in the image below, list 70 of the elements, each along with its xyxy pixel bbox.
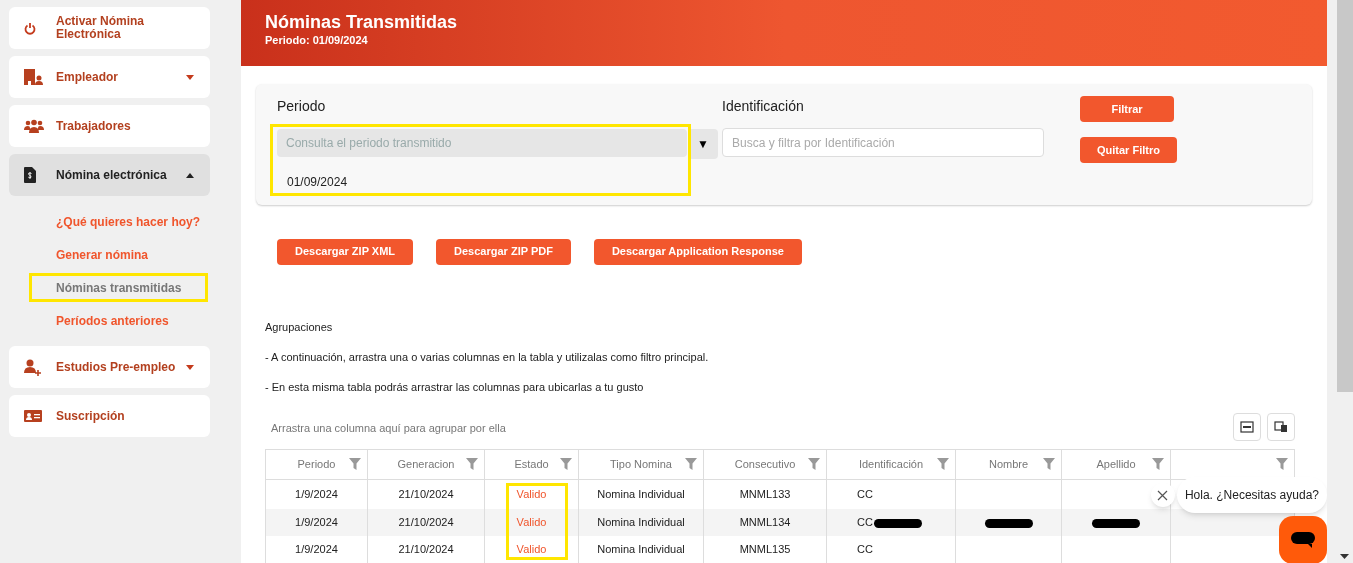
close-button[interactable]: [1150, 483, 1175, 507]
table-cell: Valido: [484, 509, 579, 536]
filter-icon[interactable]: [349, 457, 361, 470]
column-header[interactable]: Estado: [484, 449, 579, 479]
people-icon: [24, 119, 44, 133]
building-icon: [24, 69, 44, 85]
table-cell: CC: [826, 509, 956, 536]
submenu-item[interactable]: Nóminas transmitidas: [29, 273, 209, 302]
column-header[interactable]: Apellido: [1061, 449, 1171, 479]
filter-button[interactable]: Quitar Filtro: [1080, 137, 1177, 164]
column-header[interactable]: Tipo Nomina: [578, 449, 704, 479]
document-icon: [24, 167, 36, 183]
export-icon: [1240, 420, 1254, 433]
close-icon: [1157, 489, 1169, 501]
table-cell: MNML134: [703, 509, 827, 536]
filter-button[interactable]: Filtrar: [1080, 96, 1174, 123]
page-subtitle: Periodo: 01/09/2024: [265, 33, 369, 47]
id-card-icon: [24, 410, 42, 422]
filter-icon[interactable]: [937, 457, 949, 470]
column-header[interactable]: Identificación: [826, 449, 956, 479]
instruction-text: - En esta misma tabla podrás arrastrar las columnas para ubicarlas a tu gusto: [265, 379, 645, 395]
column-header[interactable]: Periodo: [265, 449, 368, 479]
power-icon: [24, 21, 36, 35]
field-label: Periodo: [277, 97, 327, 117]
chat-button[interactable]: [1279, 516, 1327, 563]
dropdown-option[interactable]: 01/09/2024: [277, 173, 358, 192]
search-field[interactable]: Busca y filtra por Identificación: [722, 128, 1044, 158]
sidebar-item[interactable]: Estudios Pre-empleo: [9, 346, 210, 388]
scrollbar-thumb[interactable]: [1337, 0, 1353, 392]
download-button[interactable]: Descargar Application Response: [593, 238, 802, 265]
sidebar-item[interactable]: Empleador: [9, 56, 210, 98]
column-header[interactable]: Generacion: [367, 449, 485, 479]
scroll-down-icon[interactable]: [1340, 554, 1349, 559]
chat-tooltip: Hola. ¿Necesitas ayuda?: [1176, 477, 1327, 513]
filter-icon[interactable]: [808, 457, 820, 470]
table-cell: CC: [826, 536, 956, 563]
person-add-icon: [24, 358, 42, 376]
submenu-item[interactable]: Generar nómina: [29, 240, 176, 269]
table-cell: Nomina Individual: [578, 536, 704, 563]
submenu-item[interactable]: Períodos anteriores: [29, 306, 196, 335]
download-button[interactable]: Descargar ZIP XML: [277, 238, 414, 265]
sidebar-item[interactable]: Nómina electrónica: [9, 154, 210, 196]
instruction-text: - A continuación, arrastra una o varias columnas en la tabla y utilizalas como filtro principal.: [265, 349, 710, 365]
column-header[interactable]: Consecutivo: [703, 449, 827, 479]
filter-icon[interactable]: [466, 457, 478, 470]
table-cell: Nomina Individual: [578, 509, 704, 536]
export-button[interactable]: [1233, 412, 1261, 441]
sidebar-item[interactable]: Trabajadores: [9, 105, 210, 147]
column-header[interactable]: Nombre: [955, 449, 1062, 479]
page-title: Nóminas Transmitidas: [265, 11, 459, 33]
filter-icon[interactable]: [1043, 457, 1055, 470]
table-cell: MNML135: [703, 536, 827, 563]
table-cell: 21/10/2024: [367, 509, 485, 536]
column-chooser-button[interactable]: [1267, 412, 1295, 441]
filter-icon[interactable]: [685, 457, 697, 470]
field-label: Identificación: [722, 97, 805, 117]
group-hint: Arrastra una columna aquí para agrupar por ella: [271, 421, 506, 436]
sidebar-item[interactable]: Activar Nómina Electrónica: [9, 7, 210, 49]
filter-icon[interactable]: [1152, 457, 1164, 470]
sidebar-item[interactable]: Suscripción: [9, 395, 210, 437]
table-cell: 1/9/2024: [265, 536, 368, 563]
table-cell: 21/10/2024: [367, 536, 485, 563]
table-cell: 1/9/2024: [265, 509, 368, 536]
filter-icon[interactable]: [560, 457, 572, 470]
submenu-item[interactable]: ¿Qué quieres hacer hoy?: [29, 207, 228, 236]
download-button[interactable]: Descargar ZIP PDF: [436, 238, 571, 265]
instruction-text: Agrupaciones: [265, 319, 334, 335]
columns-icon: [1274, 420, 1288, 433]
filter-icon[interactable]: [1276, 457, 1288, 470]
table-cell: Valido: [484, 536, 579, 563]
